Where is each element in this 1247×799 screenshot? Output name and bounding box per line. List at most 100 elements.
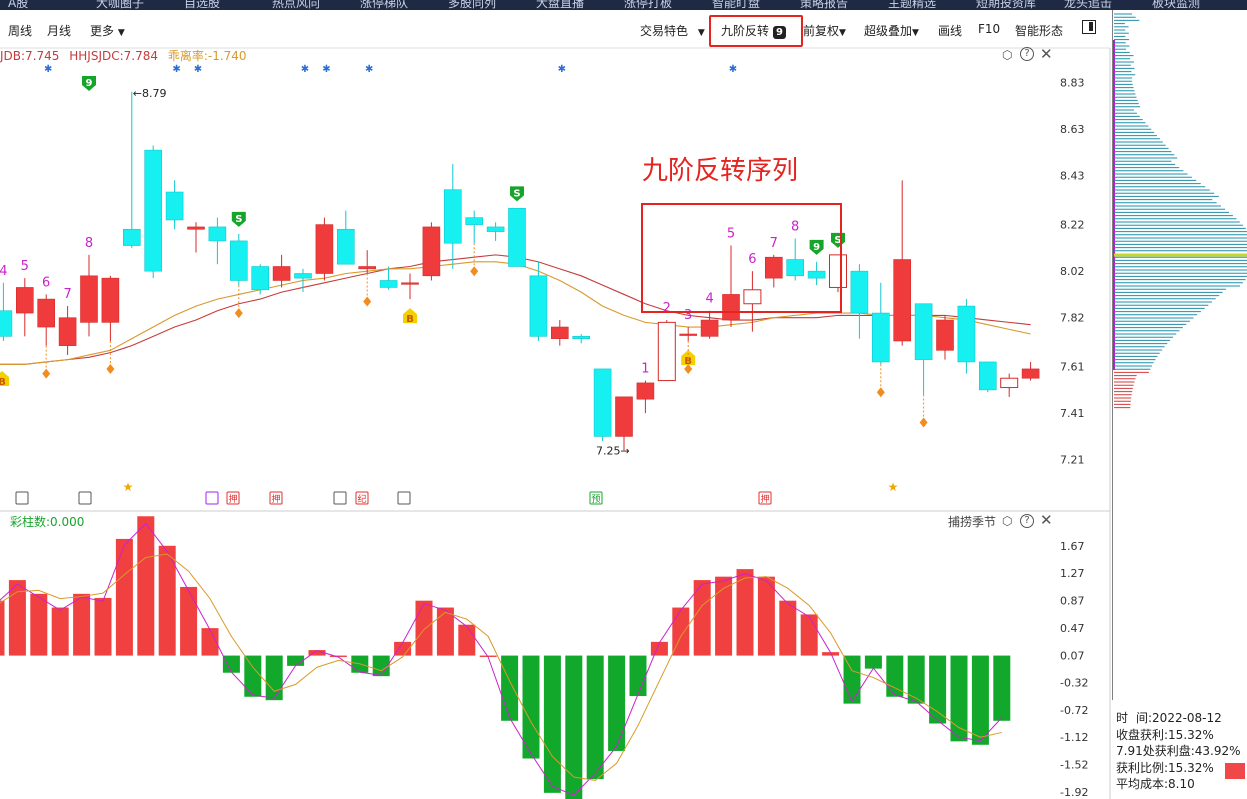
gear-icon[interactable]: ⬡ xyxy=(1002,48,1012,62)
sub-y-tick-label: -1.52 xyxy=(1060,759,1088,772)
histogram-bar xyxy=(800,614,818,656)
chip-info-row: 平均成本:8.10 xyxy=(1116,776,1241,793)
star-marker: ✱ xyxy=(172,64,180,75)
event-tag-text: 纪 xyxy=(357,493,366,505)
signal-badge-text: 9 xyxy=(86,78,93,89)
chip-info-key: 时 xyxy=(1116,711,1129,725)
histogram-bar xyxy=(586,655,604,780)
chart-canvas[interactable]: ✱✱✱✱✱✱✱✱✱←8.797.25→345678123456789SS9SBB… xyxy=(0,0,1112,799)
histogram-bar xyxy=(137,516,155,656)
event-tag-icon xyxy=(78,491,92,505)
candle-body xyxy=(37,298,56,328)
histogram-bar xyxy=(458,624,476,656)
close-icon[interactable]: ✕ xyxy=(1040,511,1053,529)
event-tag-text: 押 xyxy=(271,493,280,505)
candle-body xyxy=(187,226,205,230)
histogram-bar xyxy=(501,655,519,721)
sub-indicator-name: 捕捞季节 xyxy=(948,515,997,529)
candle-body xyxy=(572,336,591,339)
diamond-marker xyxy=(470,266,479,277)
help-icon[interactable]: ? xyxy=(1020,514,1034,528)
candle-body xyxy=(978,361,997,391)
candle-body xyxy=(636,382,655,400)
low-price-label: 7.25→ xyxy=(596,444,630,457)
histogram-bar xyxy=(971,655,989,745)
histogram-bar xyxy=(779,600,797,656)
histogram-bar xyxy=(864,655,882,669)
event-tag-icon xyxy=(205,491,219,505)
star-marker: ✱ xyxy=(44,64,52,75)
close-icon[interactable]: ✕ xyxy=(1040,45,1053,63)
histogram-bar xyxy=(843,655,861,704)
candle-body xyxy=(15,287,34,314)
sequence-number-label: 8 xyxy=(791,220,799,235)
candle-body xyxy=(936,319,954,351)
candle-body xyxy=(807,270,826,279)
star-marker: ✱ xyxy=(194,64,202,75)
sequence-number-label: 8 xyxy=(85,236,93,251)
chip-info-value: 43.92% xyxy=(1194,744,1241,758)
y-tick-label: 8.43 xyxy=(1060,170,1085,183)
sequence-number-label: 4 xyxy=(705,292,713,307)
chip-info-value: 间:2022-08-12 xyxy=(1136,711,1222,725)
diamond-marker xyxy=(234,308,243,319)
candle-body xyxy=(58,317,77,346)
candle-body xyxy=(208,226,227,242)
sequence-number-label: 6 xyxy=(42,275,50,290)
histogram-bar xyxy=(244,655,262,697)
y-tick-label: 8.22 xyxy=(1060,219,1085,232)
histogram-bar xyxy=(73,593,91,656)
annotation-title: 九阶反转序列 xyxy=(642,156,798,186)
candle-body xyxy=(379,280,398,288)
sequence-number-label: 3 xyxy=(684,308,692,323)
y-tick-label: 7.41 xyxy=(1060,407,1085,420)
sub-y-tick-label: 0.07 xyxy=(1060,650,1085,663)
candle-body xyxy=(508,208,526,267)
candle-body xyxy=(422,226,441,277)
y-tick-label: 7.61 xyxy=(1060,361,1085,374)
chip-info-row: 获利比例:15.32% xyxy=(1116,760,1241,777)
help-icon[interactable]: ? xyxy=(1020,47,1034,61)
candle-body xyxy=(486,226,505,232)
histogram-bar xyxy=(30,593,48,656)
candle-body xyxy=(251,266,269,291)
chip-info-key: 平均成本: xyxy=(1116,777,1169,791)
histogram-bar xyxy=(629,655,647,697)
y-tick-label: 7.21 xyxy=(1060,454,1085,467)
bottom-star-icon: ★ xyxy=(123,480,134,494)
candle-body xyxy=(230,240,248,281)
diamond-marker xyxy=(42,368,51,379)
annotation-box xyxy=(641,203,842,313)
chip-info-value: 15.32% xyxy=(1168,727,1214,742)
candle-body xyxy=(165,191,184,221)
histogram-bar xyxy=(287,655,305,666)
star-marker: ✱ xyxy=(301,64,309,75)
gear-icon[interactable]: ⬡ xyxy=(1002,514,1012,528)
candle-body xyxy=(743,289,762,305)
histogram-bar xyxy=(543,655,561,793)
candle-body xyxy=(144,149,162,272)
sequence-number-label: 6 xyxy=(748,252,756,267)
signal-badge-text: 9 xyxy=(813,242,820,253)
sub-y-tick-label: -1.12 xyxy=(1060,731,1088,744)
candle-body xyxy=(123,228,141,246)
sub-indicator-legend: 彩柱数:0.000 xyxy=(10,515,85,529)
y-tick-label: 7.82 xyxy=(1060,312,1085,325)
candle-body xyxy=(294,273,312,279)
event-tag-text: 预 xyxy=(591,494,600,505)
star-marker: ✱ xyxy=(558,64,566,75)
event-tag-icon xyxy=(15,491,29,505)
event-tag-icon xyxy=(333,491,347,505)
sub-y-tick-label: -0.32 xyxy=(1060,676,1088,689)
candle-body xyxy=(0,310,13,337)
candle-body xyxy=(550,326,569,339)
candle-body xyxy=(679,333,698,336)
high-price-label: ←8.79 xyxy=(133,87,167,100)
sub-y-tick-label: -0.72 xyxy=(1060,704,1088,717)
candle-body xyxy=(722,294,740,321)
candle-body xyxy=(358,266,377,270)
chip-info-key: 获利比例: xyxy=(1116,760,1169,775)
star-marker: ✱ xyxy=(729,64,737,75)
star-marker: ✱ xyxy=(365,64,373,75)
histogram-bar xyxy=(929,655,947,724)
